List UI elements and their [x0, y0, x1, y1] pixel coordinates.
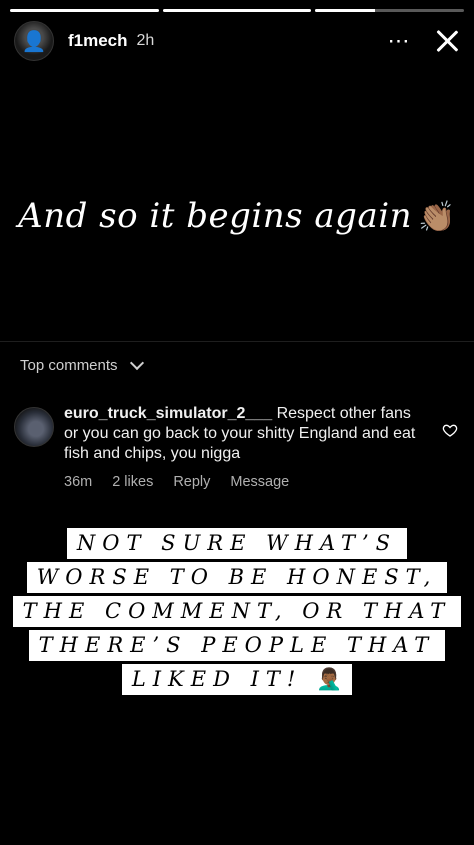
more-options-icon[interactable]: ⋯: [384, 28, 414, 54]
story-caption: And so it begins again 👏🏽: [0, 196, 474, 236]
top-comments-dropdown[interactable]: Top comments: [20, 355, 144, 374]
overlay-line-last: LIKED IT! 🤦🏾‍♂️: [121, 664, 353, 695]
message-button[interactable]: Message: [230, 474, 289, 490]
progress-fill: [315, 9, 375, 12]
overlay-line-text: LIKED IT!: [131, 667, 303, 691]
comment-meta: 36m 2 likes Reply Message: [64, 474, 289, 490]
overlay-line: THE COMMENT, OR THAT: [12, 596, 462, 627]
comment-likes[interactable]: 2 likes: [112, 474, 153, 490]
story-progress: [10, 9, 465, 12]
caption-text: And so it begins again: [18, 196, 412, 236]
story-header: 👤 f1mech 2h ⋯: [14, 21, 462, 61]
progress-segment: [315, 9, 465, 12]
avatar[interactable]: 👤: [14, 21, 54, 61]
story-username[interactable]: f1mech: [68, 31, 128, 51]
overlay-text: NOT SURE WHAT’S WORSE TO BE HONEST, THE …: [0, 528, 474, 695]
progress-segment: [162, 9, 312, 12]
user-icon: 👤: [21, 30, 47, 53]
clapping-hands-icon: 👏🏽: [418, 200, 456, 235]
story-time: 2h: [136, 32, 155, 49]
chevron-down-icon: [129, 355, 144, 371]
facepalm-icon: 🤦🏾‍♂️: [316, 667, 343, 691]
comment-username[interactable]: euro_truck_simulator_2___: [64, 405, 272, 422]
top-comments-label: Top comments: [20, 357, 118, 374]
progress-fill: [10, 9, 159, 12]
close-icon[interactable]: [432, 26, 462, 56]
overlay-line: NOT SURE WHAT’S: [66, 528, 408, 559]
comment-avatar[interactable]: [14, 407, 54, 447]
progress-fill: [162, 9, 312, 12]
reply-button[interactable]: Reply: [173, 474, 210, 490]
heart-icon[interactable]: [442, 422, 458, 438]
divider: [0, 341, 474, 342]
comment-age: 36m: [64, 474, 93, 490]
progress-segment: [10, 9, 159, 12]
comment-body: euro_truck_simulator_2___ Respect other …: [64, 404, 424, 464]
overlay-line: THERE’S PEOPLE THAT: [28, 630, 446, 661]
overlay-line: WORSE TO BE HONEST,: [26, 562, 448, 593]
